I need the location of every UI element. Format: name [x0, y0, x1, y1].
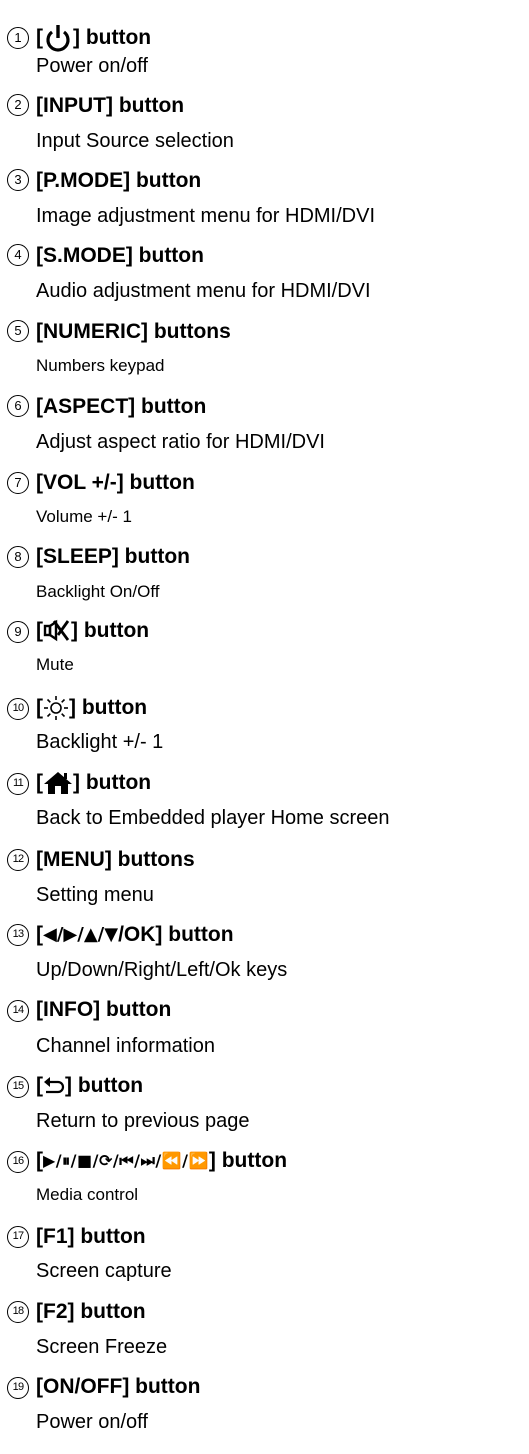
- mute-icon: [43, 619, 71, 643]
- item-title: [ ▶/⏸/■/⟳/⏮/⏭/⏪/⏩ ] button: [36, 1149, 288, 1172]
- item-number-badge: 8: [7, 546, 29, 568]
- item-title: [F1] button: [36, 1225, 146, 1248]
- item-number-badge: 17: [7, 1226, 29, 1248]
- item-number-badge: 4: [7, 244, 29, 266]
- return-icon: [43, 1076, 65, 1096]
- item-number-badge: 18: [7, 1301, 29, 1323]
- item-description: Numbers keypad: [36, 356, 165, 375]
- item-title: [F2] button: [36, 1300, 146, 1323]
- item-description: Media control: [36, 1185, 139, 1204]
- item-title: [ ] button: [36, 23, 151, 53]
- item-number-badge: 1: [7, 27, 29, 49]
- arrow-keys-symbols: ◀/▶/▲/▼: [43, 924, 119, 945]
- item-title: [INPUT] button: [36, 94, 185, 117]
- item-description: Volume +/- 1: [36, 507, 132, 526]
- item-title: [ ] button: [36, 771, 152, 795]
- item-title: [NUMERIC] buttons: [36, 320, 231, 343]
- item-description: Backlight On/Off: [36, 582, 160, 601]
- item-number-badge: 7: [7, 472, 29, 494]
- item-description: Image adjustment menu for HDMI/DVI: [36, 205, 376, 227]
- item-number-badge: 13: [7, 924, 29, 946]
- item-title: [VOL +/-] button: [36, 471, 195, 494]
- item-title: [ON/OFF] button: [36, 1375, 201, 1398]
- item-description: Adjust aspect ratio for HDMI/DVI: [36, 431, 325, 453]
- item-title: [INFO] button: [36, 998, 172, 1021]
- item-title: [ ] button: [36, 619, 150, 643]
- item-description: Up/Down/Right/Left/Ok keys: [36, 959, 288, 981]
- item-description: Screen Freeze: [36, 1336, 168, 1358]
- item-number-badge: 15: [7, 1076, 29, 1098]
- item-number-badge: 14: [7, 1000, 29, 1022]
- media-control-symbols: ▶/⏸/■/⟳/⏮/⏭/⏪/⏩: [43, 1151, 209, 1170]
- item-description: Back to Embedded player Home screen: [36, 807, 390, 829]
- item-number-badge: 16: [7, 1151, 29, 1173]
- item-description: Power on/off: [36, 55, 148, 77]
- brightness-icon: [43, 695, 69, 721]
- item-description: Mute: [36, 655, 74, 674]
- item-title: [MENU] buttons: [36, 848, 195, 871]
- item-title: [ ] button: [36, 1074, 144, 1097]
- item-description: Power on/off: [36, 1411, 148, 1433]
- item-description: Screen capture: [36, 1260, 172, 1282]
- item-number-badge: 9: [7, 621, 29, 643]
- item-number-badge: 6: [7, 395, 29, 417]
- power-icon: [43, 23, 73, 53]
- item-description: Return to previous page: [36, 1110, 250, 1132]
- item-number-badge: 19: [7, 1377, 29, 1399]
- item-number-badge: 10: [7, 698, 29, 720]
- item-description: Input Source selection: [36, 130, 234, 152]
- item-description: Audio adjustment menu for HDMI/DVI: [36, 280, 371, 302]
- item-title: [SLEEP] button: [36, 545, 190, 568]
- home-icon: [43, 771, 73, 795]
- item-title: [ ] button: [36, 695, 148, 721]
- item-number-badge: 2: [7, 94, 29, 116]
- item-number-badge: 5: [7, 320, 29, 342]
- item-number-badge: 12: [7, 849, 29, 871]
- item-number-badge: 11: [7, 773, 29, 795]
- item-title: [ ◀/▶/▲/▼ /OK] button: [36, 923, 234, 946]
- item-description: Backlight +/- 1: [36, 731, 164, 753]
- item-number-badge: 3: [7, 169, 29, 191]
- item-description: Channel information: [36, 1035, 215, 1057]
- item-title: [P.MODE] button: [36, 169, 202, 192]
- item-description: Setting menu: [36, 884, 154, 906]
- item-title: [S.MODE] button: [36, 244, 204, 267]
- item-title: [ASPECT] button: [36, 395, 207, 418]
